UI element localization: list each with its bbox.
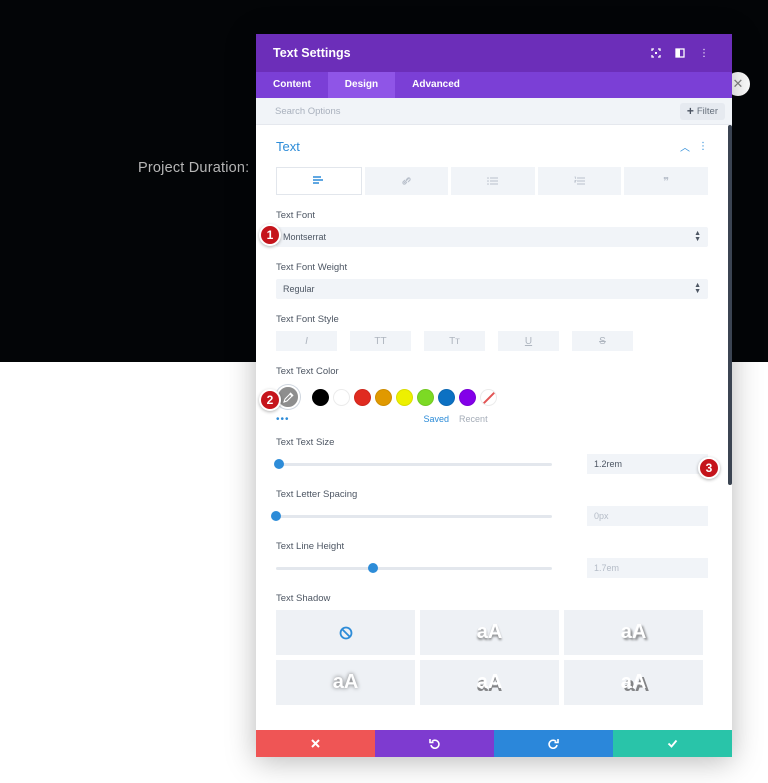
cancel-button[interactable] [256,730,375,757]
text-settings-modal: Text Settings ⋮ Content Design Advanced … [256,34,732,757]
undo-icon [429,739,440,749]
text-font-label: Text Font [276,210,316,221]
text-font-select[interactable]: Montserrat ▲ ▼ [276,227,708,247]
line-height-input[interactable]: 1.7em [587,558,708,578]
step-marker-1: 1 [259,224,281,246]
text-align-icon[interactable] [276,167,362,195]
text-font-weight-value: Regular [283,284,315,294]
text-font-weight-label: Text Font Weight [276,262,348,273]
shadow-option-2[interactable]: aA [564,610,703,655]
close-icon [311,739,320,748]
text-size-input[interactable]: 1.2rem [587,454,708,474]
modal-header: Text Settings ⋮ [256,34,732,72]
text-font-value: Montserrat [283,232,327,242]
section-header[interactable]: Text ︿ ⋮ [276,125,708,167]
letter-spacing-label: Text Letter Spacing [276,489,358,500]
text-size-label: Text Text Size [276,437,335,448]
link-icon[interactable] [364,167,449,195]
plus-icon: + [686,104,694,118]
more-vertical-icon[interactable]: ⋮ [692,48,716,59]
eyedropper-icon [282,391,294,403]
line-height-label: Text Line Height [276,541,345,552]
no-shadow-icon [339,626,352,639]
step-marker-3: 3 [698,457,720,479]
settings-body: Text ︿ ⋮ ❞ Text Font Montserrat ▲ ▼ Text … [256,125,732,705]
text-shadow-options: aA aA aA aA aA [276,610,708,705]
italic-button[interactable]: I [276,331,337,351]
color-palette [276,383,708,411]
select-arrows-icon: ▲ ▼ [694,282,701,295]
project-duration-label: Project Duration: [138,160,250,176]
underline-button[interactable]: U [498,331,559,351]
quote-icon[interactable]: ❞ [624,167,708,195]
capitalize-button[interactable]: Tт [424,331,485,351]
section-title: Text [276,138,300,154]
redo-icon [548,739,559,749]
color-swatch-white[interactable] [333,388,350,406]
text-font-weight-select[interactable]: Regular ▲ ▼ [276,279,708,299]
expand-icon[interactable] [644,48,668,59]
no-color-swatch[interactable] [480,388,497,406]
modal-footer [256,730,732,757]
color-swatch-black[interactable] [312,388,329,406]
more-horizontal-icon[interactable]: ••• [276,414,290,425]
text-shadow-label: Text Shadow [276,593,331,604]
search-bar: + Filter [256,98,732,125]
save-button[interactable] [613,730,732,757]
select-arrows-icon: ▲ ▼ [694,230,701,243]
shadow-option-1[interactable]: aA [420,610,559,655]
text-color-label: Text Text Color [276,366,339,377]
text-subtabs: ❞ [276,167,708,195]
text-font-style-buttons: I TT Tт U S [276,331,708,351]
color-swatch-blue[interactable] [438,388,455,406]
more-vertical-icon[interactable]: ⋮ [698,141,708,152]
color-meta-row: ••• Saved Recent [276,411,708,427]
filter-button[interactable]: + Filter [679,102,725,120]
text-size-slider[interactable] [273,458,552,469]
shadow-option-5[interactable]: aA [564,660,703,705]
letter-spacing-input[interactable]: 0px [587,506,708,526]
color-swatch-yellow[interactable] [396,388,413,406]
color-swatch-red[interactable] [354,388,371,406]
step-marker-2: 2 [259,389,281,411]
chevron-up-icon[interactable]: ︿ [680,139,690,154]
undo-button[interactable] [375,730,494,757]
search-options-input[interactable] [275,105,680,117]
line-height-slider-thumb[interactable] [367,562,378,573]
text-font-style-label: Text Font Style [276,314,339,325]
shadow-option-none[interactable] [276,610,415,655]
saved-colors-tab[interactable]: Saved [424,414,450,424]
shadow-option-3[interactable]: aA [276,660,415,705]
tab-advanced[interactable]: Advanced [395,72,477,98]
tab-content[interactable]: Content [256,72,328,98]
tab-design[interactable]: Design [327,72,396,98]
line-height-slider-row: 1.7em [276,558,708,578]
uppercase-button[interactable]: TT [350,331,411,351]
bullet-list-icon[interactable] [451,167,535,195]
color-swatch-purple[interactable] [459,388,476,406]
color-swatch-orange[interactable] [375,388,392,406]
filter-label: Filter [696,105,718,117]
modal-tabs: Content Design Advanced [256,72,732,98]
sidebar-icon[interactable] [668,48,692,59]
letter-spacing-slider[interactable] [271,510,552,521]
recent-colors-tab[interactable]: Recent [459,414,488,424]
redo-button[interactable] [494,730,613,757]
letter-spacing-slider-row: 0px [271,506,708,526]
letter-spacing-slider-thumb[interactable] [271,510,281,521]
text-size-slider-thumb[interactable] [273,458,284,469]
check-icon [667,739,678,748]
numbered-list-icon[interactable] [537,167,622,195]
modal-title: Text Settings [273,46,351,60]
text-size-slider-row: 1.2rem [273,454,708,474]
strikethrough-button[interactable]: S [572,331,633,351]
color-swatch-green[interactable] [417,388,434,406]
shadow-option-4[interactable]: aA [420,660,559,705]
line-height-slider[interactable] [276,562,552,573]
